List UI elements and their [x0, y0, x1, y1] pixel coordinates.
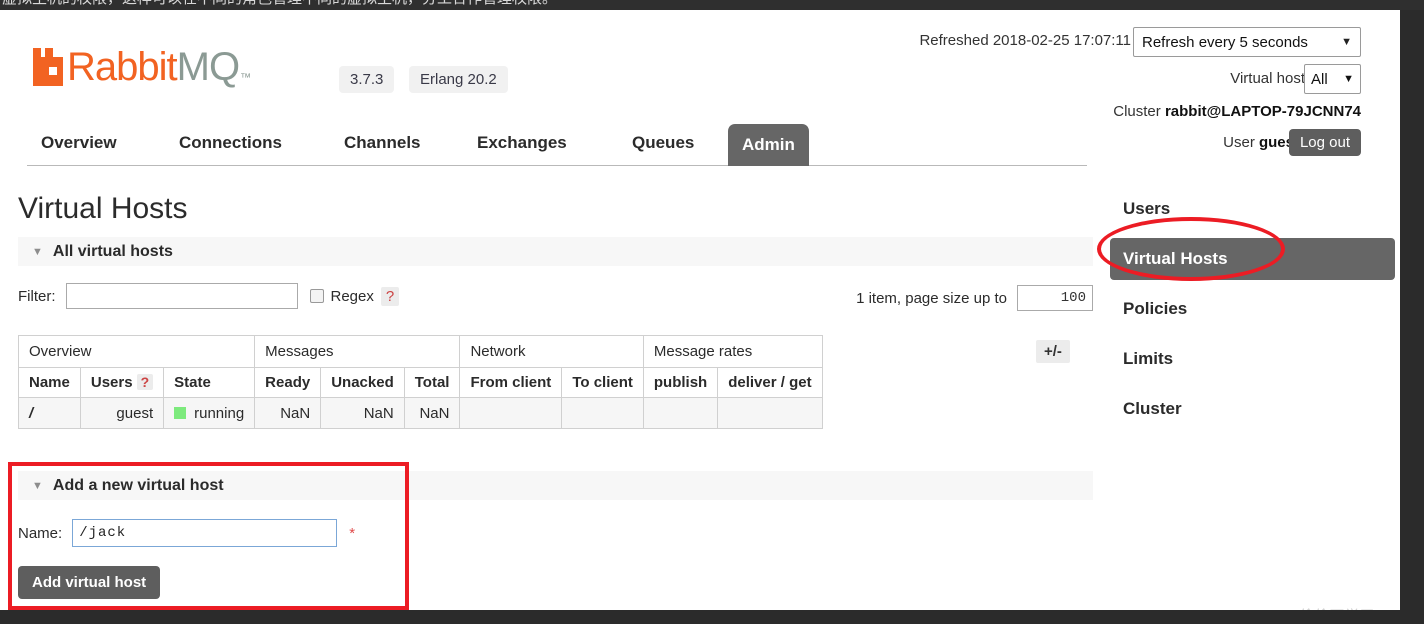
tab-overview[interactable]: Overview: [27, 120, 131, 166]
filter-input[interactable]: [65, 283, 298, 309]
sidebar-item-cluster[interactable]: Cluster: [1110, 388, 1395, 430]
tab-exchanges[interactable]: Exchanges: [463, 120, 581, 166]
trademark-symbol: ™: [240, 72, 252, 84]
virtual-host-selector-label: Virtual host: [1230, 70, 1305, 87]
cluster-info: Cluster rabbit@LAPTOP-79JCNN74: [1113, 103, 1361, 120]
logo-word-mq: MQ: [176, 45, 240, 89]
column-header-unacked[interactable]: Unacked: [320, 367, 405, 398]
filter-label: Filter:: [18, 287, 56, 305]
refreshed-timestamp: Refreshed 2018-02-25 17:07:11: [919, 32, 1131, 49]
refresh-interval-value: Refresh every 5 seconds: [1142, 33, 1308, 51]
sidebar-item-limits[interactable]: Limits: [1110, 338, 1395, 380]
virtual-host-select[interactable]: All ▼: [1304, 64, 1361, 94]
cell-state-label: running: [194, 404, 245, 422]
column-header-ready[interactable]: Ready: [254, 367, 322, 398]
group-header-message-rates: Message rates: [642, 335, 823, 368]
rabbitmq-logo[interactable]: RabbitMQ ™: [27, 44, 251, 90]
csdn-watermark: CSDN @偷偷不学习: [1237, 605, 1375, 610]
refresh-interval-select[interactable]: Refresh every 5 seconds ▼: [1133, 27, 1361, 57]
column-header-users[interactable]: Users?: [79, 367, 165, 398]
collapse-triangle-icon: ▼: [32, 245, 43, 258]
column-header-name[interactable]: Name: [18, 367, 81, 398]
toggle-columns-button[interactable]: +/-: [1036, 340, 1070, 363]
regex-label: Regex: [330, 287, 374, 305]
cell-deliver-get: [717, 397, 823, 429]
cell-total: NaN: [403, 397, 461, 429]
sidebar-item-policies[interactable]: Policies: [1110, 288, 1395, 330]
pagination-row: 1 item, page size up to 100: [856, 285, 1093, 311]
column-header-total[interactable]: Total: [403, 367, 461, 398]
table-group-header-row: Overview Messages Network Message rates: [17, 335, 823, 368]
cell-state: running: [163, 397, 256, 429]
column-header-from-client[interactable]: From client: [459, 367, 563, 398]
cell-publish: [642, 397, 719, 429]
column-header-deliver-get[interactable]: deliver / get: [717, 367, 823, 398]
rabbit-logo-icon: [27, 48, 65, 86]
all-virtual-hosts-section-header[interactable]: ▼ All virtual hosts: [18, 237, 1093, 266]
logo-word-rabbit: Rabbit: [67, 45, 178, 89]
chevron-down-icon: ▼: [1341, 36, 1352, 48]
users-help-icon[interactable]: ?: [136, 374, 154, 390]
virtual-hosts-table: Overview Messages Network Message rates …: [17, 335, 823, 429]
truncated-top-text: 虚拟主机的权限，这样可以在不同的角色管理不同的虚拟主机，分工合作管理权限。: [2, 0, 557, 8]
filter-row: Filter: Regex ?: [18, 283, 400, 309]
cluster-label: Cluster: [1113, 103, 1161, 120]
tab-connections[interactable]: Connections: [165, 120, 296, 166]
regex-checkbox[interactable]: [309, 289, 324, 303]
tab-queues[interactable]: Queues: [618, 120, 708, 166]
cell-name[interactable]: /: [18, 397, 81, 429]
chevron-down-icon: ▼: [1343, 73, 1354, 85]
rabbitmq-version-badge: 3.7.3: [339, 66, 395, 93]
group-header-overview: Overview: [17, 335, 256, 368]
erlang-version-badge: Erlang 20.2: [409, 66, 508, 93]
column-header-to-client[interactable]: To client: [561, 367, 644, 398]
cell-ready: NaN: [254, 397, 322, 429]
cell-users: guest: [79, 397, 165, 429]
regex-help-icon[interactable]: ?: [380, 286, 400, 306]
column-header-publish[interactable]: publish: [642, 367, 719, 398]
browser-page: RabbitMQ ™ 3.7.3 Erlang 20.2 Refreshed 2…: [0, 10, 1400, 610]
column-header-state[interactable]: State: [163, 367, 256, 398]
table-column-header-row: Name Users? State Ready Unacked Total Fr…: [18, 367, 823, 398]
cluster-name: rabbit@LAPTOP-79JCNN74: [1164, 103, 1361, 120]
page-size-input[interactable]: 100: [1017, 285, 1093, 311]
cell-to-client: [561, 397, 644, 429]
cell-unacked: NaN: [320, 397, 405, 429]
main-navigation: Overview Connections Channels Exchanges Queu…: [0, 120, 1400, 166]
cell-from-client: [459, 397, 563, 429]
red-ellipse-annotation: [1097, 217, 1285, 281]
item-count-text: 1 item, page size up to: [856, 289, 1007, 307]
page-title: Virtual Hosts: [18, 192, 188, 225]
table-row[interactable]: / guest running NaN NaN NaN: [18, 397, 823, 429]
status-indicator-icon: [174, 406, 187, 419]
logo-wordmark: RabbitMQ: [67, 45, 240, 89]
tab-channels[interactable]: Channels: [330, 120, 435, 166]
virtual-host-select-value: All: [1311, 70, 1328, 88]
all-virtual-hosts-title: All virtual hosts: [52, 242, 173, 260]
tab-admin[interactable]: Admin: [728, 124, 809, 166]
group-header-messages: Messages: [254, 335, 461, 368]
red-box-annotation: [8, 462, 409, 610]
group-header-network: Network: [459, 335, 644, 368]
truncated-top-text-strip: 虚拟主机的权限，这样可以在不同的角色管理不同的虚拟主机，分工合作管理权限。: [0, 0, 1424, 10]
